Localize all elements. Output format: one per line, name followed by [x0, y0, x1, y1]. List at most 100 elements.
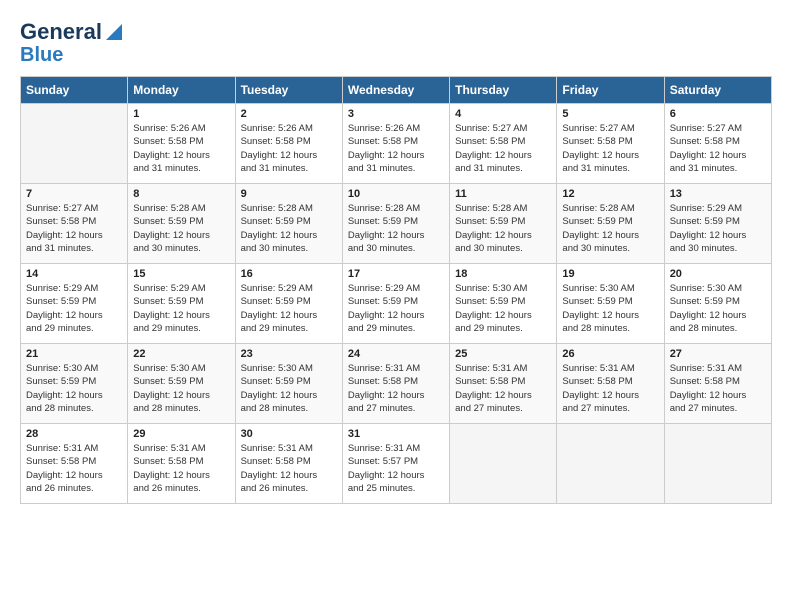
day-number: 21 [26, 348, 122, 360]
day-info: Sunrise: 5:30 AM Sunset: 5:59 PM Dayligh… [670, 282, 766, 335]
day-number: 16 [241, 268, 337, 280]
day-number: 17 [348, 268, 444, 280]
calendar-cell: 9 Sunrise: 5:28 AM Sunset: 5:59 PM Daylig… [235, 184, 342, 264]
day-number: 30 [241, 428, 337, 440]
calendar-cell: 2 Sunrise: 5:26 AM Sunset: 5:58 PM Daylig… [235, 104, 342, 184]
day-info: Sunrise: 5:30 AM Sunset: 5:59 PM Dayligh… [562, 282, 658, 335]
calendar-cell: 7Sunrise: 5:27 AM Sunset: 5:58 PM Daylig… [21, 184, 128, 264]
calendar-cell: 6 Sunrise: 5:27 AM Sunset: 5:58 PM Daylig… [664, 104, 771, 184]
day-number: 15 [133, 268, 229, 280]
calendar-cell: 17 Sunrise: 5:29 AM Sunset: 5:59 PM Dayli… [342, 264, 449, 344]
day-number: 5 [562, 108, 658, 120]
calendar-table: SundayMondayTuesdayWednesdayThursdayFrid… [20, 76, 772, 504]
day-number: 26 [562, 348, 658, 360]
day-header-sunday: Sunday [21, 77, 128, 104]
day-number: 24 [348, 348, 444, 360]
calendar-week-row: 21 Sunrise: 5:30 AM Sunset: 5:59 PM Dayli… [21, 344, 772, 424]
day-info: Sunrise: 5:29 AM Sunset: 5:59 PM Dayligh… [670, 202, 766, 255]
calendar-cell [664, 424, 771, 504]
day-number: 10 [348, 188, 444, 200]
calendar-cell [450, 424, 557, 504]
day-info: Sunrise: 5:29 AM Sunset: 5:59 PM Dayligh… [241, 282, 337, 335]
day-info: Sunrise: 5:27 AM Sunset: 5:58 PM Dayligh… [562, 122, 658, 175]
calendar-cell: 28 Sunrise: 5:31 AM Sunset: 5:58 PM Dayli… [21, 424, 128, 504]
calendar-cell: 23 Sunrise: 5:30 AM Sunset: 5:59 PM Dayli… [235, 344, 342, 424]
day-info: Sunrise: 5:27 AM Sunset: 5:58 PM Dayligh… [26, 202, 122, 255]
day-info: Sunrise: 5:30 AM Sunset: 5:59 PM Dayligh… [455, 282, 551, 335]
calendar-cell: 21 Sunrise: 5:30 AM Sunset: 5:59 PM Dayli… [21, 344, 128, 424]
calendar-week-row: 7Sunrise: 5:27 AM Sunset: 5:58 PM Daylig… [21, 184, 772, 264]
page-header: General Blue [20, 20, 772, 66]
day-header-thursday: Thursday [450, 77, 557, 104]
day-header-wednesday: Wednesday [342, 77, 449, 104]
day-info: Sunrise: 5:31 AM Sunset: 5:58 PM Dayligh… [455, 362, 551, 415]
calendar-cell: 30 Sunrise: 5:31 AM Sunset: 5:58 PM Dayli… [235, 424, 342, 504]
day-number: 27 [670, 348, 766, 360]
day-info: Sunrise: 5:31 AM Sunset: 5:58 PM Dayligh… [26, 442, 122, 495]
day-number: 9 [241, 188, 337, 200]
day-number: 4 [455, 108, 551, 120]
day-header-tuesday: Tuesday [235, 77, 342, 104]
day-info: Sunrise: 5:28 AM Sunset: 5:59 PM Dayligh… [348, 202, 444, 255]
calendar-cell: 24 Sunrise: 5:31 AM Sunset: 5:58 PM Dayli… [342, 344, 449, 424]
day-info: Sunrise: 5:28 AM Sunset: 5:59 PM Dayligh… [133, 202, 229, 255]
calendar-cell: 5 Sunrise: 5:27 AM Sunset: 5:58 PM Daylig… [557, 104, 664, 184]
logo-icon [104, 22, 124, 42]
day-number: 14 [26, 268, 122, 280]
day-number: 31 [348, 428, 444, 440]
day-info: Sunrise: 5:31 AM Sunset: 5:58 PM Dayligh… [670, 362, 766, 415]
day-number: 25 [455, 348, 551, 360]
logo-text: General [20, 20, 102, 44]
calendar-cell: 26Sunrise: 5:31 AM Sunset: 5:58 PM Dayli… [557, 344, 664, 424]
day-info: Sunrise: 5:29 AM Sunset: 5:59 PM Dayligh… [133, 282, 229, 335]
day-number: 23 [241, 348, 337, 360]
day-info: Sunrise: 5:29 AM Sunset: 5:59 PM Dayligh… [348, 282, 444, 335]
calendar-cell [557, 424, 664, 504]
calendar-week-row: 28 Sunrise: 5:31 AM Sunset: 5:58 PM Dayli… [21, 424, 772, 504]
day-info: Sunrise: 5:31 AM Sunset: 5:58 PM Dayligh… [133, 442, 229, 495]
day-info: Sunrise: 5:26 AM Sunset: 5:58 PM Dayligh… [348, 122, 444, 175]
day-info: Sunrise: 5:27 AM Sunset: 5:58 PM Dayligh… [670, 122, 766, 175]
day-info: Sunrise: 5:31 AM Sunset: 5:58 PM Dayligh… [348, 362, 444, 415]
day-info: Sunrise: 5:30 AM Sunset: 5:59 PM Dayligh… [241, 362, 337, 415]
day-number: 29 [133, 428, 229, 440]
day-number: 28 [26, 428, 122, 440]
calendar-cell: 1Sunrise: 5:26 AM Sunset: 5:58 PM Daylig… [128, 104, 235, 184]
day-number: 20 [670, 268, 766, 280]
day-number: 13 [670, 188, 766, 200]
day-number: 18 [455, 268, 551, 280]
day-info: Sunrise: 5:26 AM Sunset: 5:58 PM Dayligh… [241, 122, 337, 175]
calendar-cell: 13 Sunrise: 5:29 AM Sunset: 5:59 PM Dayli… [664, 184, 771, 264]
calendar-week-row: 14 Sunrise: 5:29 AM Sunset: 5:59 PM Dayli… [21, 264, 772, 344]
day-number: 2 [241, 108, 337, 120]
day-header-friday: Friday [557, 77, 664, 104]
calendar-cell: 8 Sunrise: 5:28 AM Sunset: 5:59 PM Daylig… [128, 184, 235, 264]
day-header-monday: Monday [128, 77, 235, 104]
calendar-cell: 20 Sunrise: 5:30 AM Sunset: 5:59 PM Dayli… [664, 264, 771, 344]
calendar-cell: 4 Sunrise: 5:27 AM Sunset: 5:58 PM Daylig… [450, 104, 557, 184]
calendar-cell: 16 Sunrise: 5:29 AM Sunset: 5:59 PM Dayli… [235, 264, 342, 344]
day-number: 8 [133, 188, 229, 200]
calendar-cell: 14 Sunrise: 5:29 AM Sunset: 5:59 PM Dayli… [21, 264, 128, 344]
calendar-cell: 15 Sunrise: 5:29 AM Sunset: 5:59 PM Dayli… [128, 264, 235, 344]
calendar-cell: 10 Sunrise: 5:28 AM Sunset: 5:59 PM Dayli… [342, 184, 449, 264]
day-number: 1 [133, 108, 229, 120]
day-info: Sunrise: 5:29 AM Sunset: 5:59 PM Dayligh… [26, 282, 122, 335]
day-info: Sunrise: 5:27 AM Sunset: 5:58 PM Dayligh… [455, 122, 551, 175]
calendar-cell [21, 104, 128, 184]
day-number: 19 [562, 268, 658, 280]
calendar-cell: 25 Sunrise: 5:31 AM Sunset: 5:58 PM Dayli… [450, 344, 557, 424]
day-number: 3 [348, 108, 444, 120]
calendar-cell: 22Sunrise: 5:30 AM Sunset: 5:59 PM Dayli… [128, 344, 235, 424]
day-number: 12 [562, 188, 658, 200]
calendar-cell: 29 Sunrise: 5:31 AM Sunset: 5:58 PM Dayli… [128, 424, 235, 504]
day-number: 22 [133, 348, 229, 360]
day-info: Sunrise: 5:28 AM Sunset: 5:59 PM Dayligh… [562, 202, 658, 255]
day-info: Sunrise: 5:30 AM Sunset: 5:59 PM Dayligh… [26, 362, 122, 415]
day-number: 6 [670, 108, 766, 120]
calendar-cell: 11Sunrise: 5:28 AM Sunset: 5:59 PM Dayli… [450, 184, 557, 264]
day-info: Sunrise: 5:31 AM Sunset: 5:58 PM Dayligh… [241, 442, 337, 495]
calendar-cell: 31Sunrise: 5:31 AM Sunset: 5:57 PM Dayli… [342, 424, 449, 504]
day-info: Sunrise: 5:28 AM Sunset: 5:59 PM Dayligh… [241, 202, 337, 255]
calendar-cell: 3 Sunrise: 5:26 AM Sunset: 5:58 PM Daylig… [342, 104, 449, 184]
